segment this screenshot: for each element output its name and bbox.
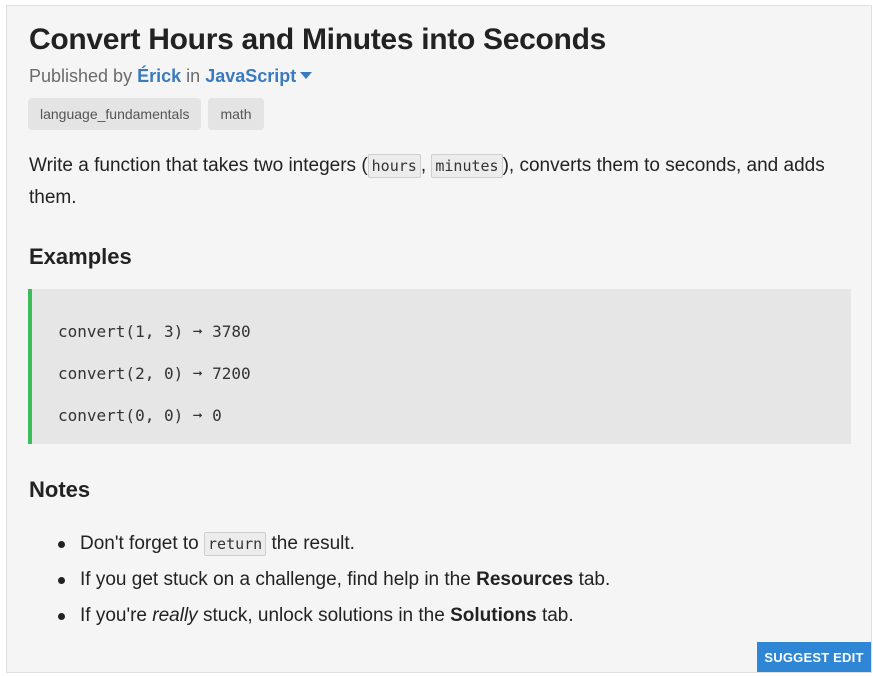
note-item: If you're really stuck, unlock solutions… <box>35 598 610 634</box>
challenge-description: Write a function that takes two integers… <box>29 150 849 214</box>
examples-code-block: convert(1, 3) ➞ 3780 convert(2, 0) ➞ 720… <box>28 289 851 444</box>
example-line: convert(1, 3) ➞ 3780 <box>58 322 251 341</box>
note-item: If you get stuck on a challenge, find he… <box>35 562 610 598</box>
solutions-label: Solutions <box>450 605 537 626</box>
desc-text-1: Write a function that takes two integers… <box>29 155 368 176</box>
bullet-icon <box>58 613 65 620</box>
language-selector[interactable]: JavaScript <box>205 66 296 86</box>
published-prefix: Published by <box>29 66 133 86</box>
examples-heading: Examples <box>29 244 132 269</box>
code-minutes: minutes <box>431 154 503 178</box>
tag-math[interactable]: math <box>208 98 264 130</box>
author-link[interactable]: Érick <box>137 66 181 86</box>
example-line: convert(2, 0) ➞ 7200 <box>58 364 251 383</box>
suggest-edit-button[interactable]: SUGGEST EDIT <box>757 642 871 672</box>
bullet-icon <box>58 577 65 584</box>
bullet-icon <box>58 541 65 548</box>
byline: Published by Érick in JavaScript <box>29 66 313 87</box>
tag-language-fundamentals[interactable]: language_fundamentals <box>28 98 202 130</box>
challenge-title: Convert Hours and Minutes into Seconds <box>29 23 606 56</box>
caret-down-icon[interactable] <box>300 72 313 79</box>
notes-heading: Notes <box>29 477 91 502</box>
resources-label: Resources <box>476 569 574 590</box>
desc-sep: , <box>420 155 427 176</box>
challenge-panel: Convert Hours and Minutes into Seconds P… <box>6 5 872 673</box>
example-line: convert(0, 0) ➞ 0 <box>58 406 222 425</box>
note-item: Don't forget to return the result. <box>35 526 610 562</box>
notes-list: Don't forget to return the result. If yo… <box>35 526 610 634</box>
tag-list: language_fundamentals math <box>28 98 264 130</box>
code-return: return <box>204 532 267 556</box>
code-hours: hours <box>367 154 421 178</box>
in-word: in <box>186 66 201 86</box>
